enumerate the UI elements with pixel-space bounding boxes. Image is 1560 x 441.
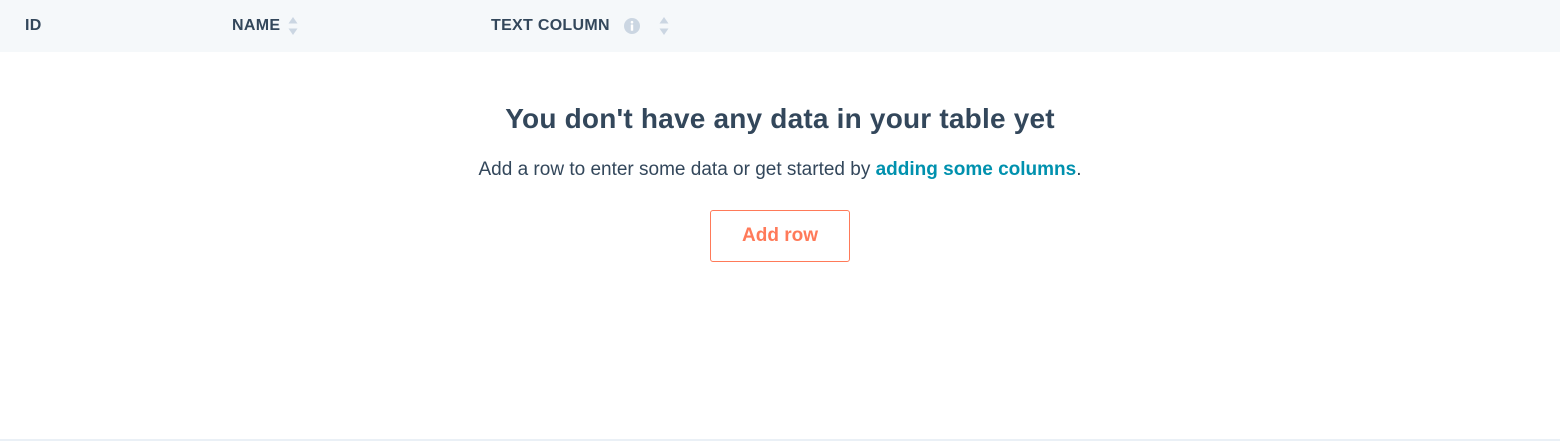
adding-columns-link[interactable]: adding some columns <box>876 159 1077 180</box>
sort-arrows-icon[interactable] <box>288 16 298 36</box>
empty-state-description-text: Add a row to enter some data or get star… <box>478 159 876 180</box>
info-circle-icon[interactable] <box>623 18 640 34</box>
sort-arrows-icon[interactable] <box>659 16 669 36</box>
empty-state: You don't have any data in your table ye… <box>0 52 1560 262</box>
column-header-label: ID <box>25 17 42 34</box>
column-header-label: TEXT COLUMN <box>491 17 610 34</box>
column-header-name[interactable]: NAME <box>232 0 298 52</box>
table-header: ID NAME TEXT COLUMN <box>0 0 1560 52</box>
empty-state-title: You don't have any data in your table ye… <box>505 103 1055 134</box>
column-header-label: NAME <box>232 17 281 34</box>
column-header-text-column[interactable]: TEXT COLUMN <box>491 0 669 52</box>
empty-state-description-period: . <box>1076 159 1082 180</box>
add-row-button[interactable]: Add row <box>710 210 850 262</box>
column-header-id[interactable]: ID <box>25 0 42 52</box>
empty-state-description: Add a row to enter some data or get star… <box>0 157 1560 183</box>
data-table: ID NAME TEXT COLUMN You don't have any d… <box>0 0 1560 441</box>
